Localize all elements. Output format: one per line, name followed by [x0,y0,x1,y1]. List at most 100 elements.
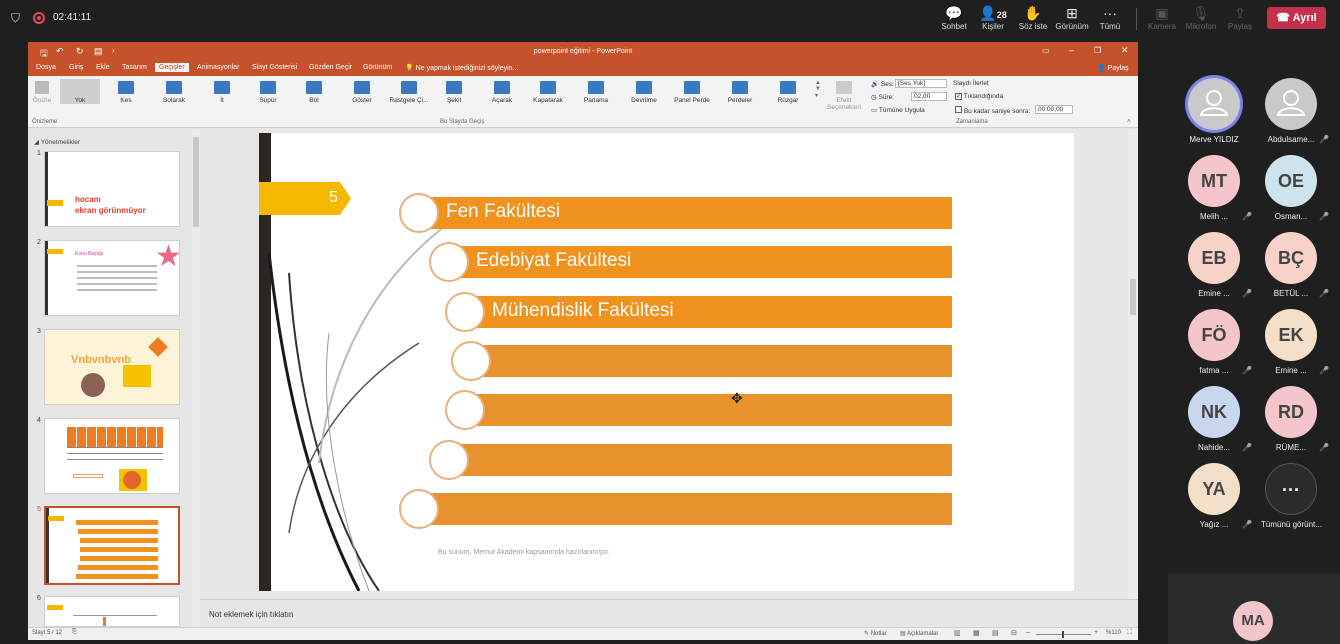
transition-option[interactable]: Devrilme [624,79,664,104]
maximize-icon[interactable]: ❐ [1094,46,1101,55]
tell-me-search[interactable]: 💡 Ne yapmak istediğinizi söyleyin... [405,64,518,72]
slide-thumbnail-1[interactable]: hocam ekran görünmüyor [44,151,180,227]
transition-option[interactable]: Kes [106,79,146,104]
participant-tile[interactable]: BÇ BETÜL ... 🎤 [1261,232,1329,298]
current-slide[interactable]: 5 Fen Fakültesi Edebiyat Fakültesi Mühendi… [259,133,1074,591]
comments-toggle[interactable]: ▤ Açıklamalar [900,630,938,637]
on-click-checkbox[interactable]: ✓ Tıklandığında [955,93,1003,100]
thumb-scrollbar[interactable] [192,129,200,627]
tab-slayt-gosterisi[interactable]: Slayt Gösterisi [252,64,297,71]
slide-thumbnail-6[interactable] [44,596,180,627]
tab-gecisler[interactable]: Geçişler [155,63,189,72]
editor-scrollbar[interactable] [1128,129,1138,599]
participant-tile[interactable]: RD RÜME... 🎤 [1261,386,1329,452]
slide-thumbnail-3[interactable]: Vnbvnbvnb [44,329,180,405]
camera-label: Kamera [1147,22,1176,31]
share-button[interactable]: ⇪ Paylaş [1224,4,1256,36]
transition-option[interactable]: Böl [294,79,334,104]
transition-option[interactable]: Süpür [248,79,288,104]
transition-option[interactable]: Göster [342,79,382,104]
tab-animasyonlar[interactable]: Animasyonlar [197,64,239,71]
chat-button[interactable]: 💬 Sohbet [938,4,970,36]
ribbon-display-icon[interactable]: ▭ [1042,46,1050,55]
people-button[interactable]: 👤28 Kişiler [976,4,1010,36]
participant-tile[interactable]: NK Nahide... 🎤 [1184,386,1252,452]
slide-bar[interactable] [419,493,952,525]
spell-check-icon[interactable]: ⎘ [72,629,77,636]
apply-all-button[interactable]: ▭ Tümüne Uygula [871,106,925,114]
participant-avatar: EK [1265,309,1317,361]
tab-dosya[interactable]: Dosya [36,64,56,71]
participant-avatar: MT [1188,155,1240,207]
slide-thumbnail-2[interactable]: Konu Başlığı ★ [44,240,180,316]
transition-label: Kes [120,97,132,104]
gallery-scroll-icon[interactable]: ▲ ▼ ▾ [815,80,821,99]
mic-button[interactable]: 🎙 Mikrofon [1183,4,1219,36]
tab-gorunum[interactable]: Görünüm [363,64,392,71]
close-icon[interactable]: ✕ [1121,45,1129,56]
effect-options-button[interactable]: Efekt Seçenekleri [823,79,865,111]
preview-button[interactable]: Önizle [30,79,54,104]
transition-option[interactable]: Rastgele Çi... [389,79,429,104]
slide-bar[interactable] [471,345,952,377]
notes-toggle[interactable]: ✎ Notlar [864,630,887,637]
zoom-in-icon[interactable]: + [1094,629,1098,636]
transition-option[interactable]: Yok [60,79,100,104]
slide-thumbnail-4[interactable] [44,418,180,494]
after-input[interactable]: 00:00,00 [1035,105,1073,114]
view-all-participants-button[interactable]: ··· Tümünü görünt... [1261,463,1322,529]
participant-avatar: FÖ [1188,309,1240,361]
notes-pane[interactable]: Not eklemek için tıklatın [200,599,1138,627]
transition-option[interactable]: Şekil [434,79,474,104]
slide-bar[interactable] [465,394,952,426]
view-icon: ⊞ [1066,5,1078,21]
slide-thumbnail-5[interactable] [44,506,180,585]
collapse-ribbon-icon[interactable]: ˄ [1127,118,1131,125]
transition-option[interactable]: Açarak [482,79,522,104]
share-ppt-button[interactable]: 👤 Paylaş [1097,64,1129,72]
tab-gozden-gecir[interactable]: Gözden Geçir [309,64,352,71]
camera-button[interactable]: ▣ Kamera [1145,4,1179,36]
participant-tile[interactable]: EB Emine ... 🎤 [1184,232,1252,298]
participant-tile[interactable]: YA Yağız ... 🎤 [1184,463,1252,529]
raise-hand-button[interactable]: ✋ Söz iste [1016,4,1050,36]
transition-option[interactable]: Solarak [154,79,194,104]
transition-option[interactable]: Perdeler [720,79,760,104]
after-checkbox[interactable]: Bu kadar saniye sonra: [955,106,1030,115]
duration-input[interactable]: 02,00 [911,92,947,101]
more-button[interactable]: ··· Tümü [1096,4,1124,36]
sorter-view-icon[interactable]: ▦ [973,629,980,637]
zoom-slider[interactable] [1036,631,1091,638]
transition-option[interactable]: İt [202,79,242,104]
slide-bar[interactable] [449,444,952,476]
tab-tasarim[interactable]: Tasarım [122,64,147,71]
transition-option[interactable]: Kapatarak [528,79,568,104]
reading-view-icon[interactable]: ▤ [992,629,999,637]
transition-label: İt [220,97,224,104]
participant-tile[interactable]: Merve YILDIZ [1184,78,1244,144]
transition-option[interactable]: Rüzgar [768,79,808,104]
participant-tile[interactable]: EK Emine ... 🎤 [1261,309,1329,375]
window-title: powerpoint eğitimi - PowerPoint [533,48,633,55]
self-view-tile[interactable]: MA [1168,574,1340,644]
fit-slide-icon[interactable]: ⛶ [1127,629,1132,637]
participant-tile[interactable]: FÖ fatma ... 🎤 [1184,309,1252,375]
view-button[interactable]: ⊞ Görünüm [1053,4,1091,36]
tab-ekle[interactable]: Ekle [96,64,110,71]
zoom-level[interactable]: %110 [1106,630,1121,636]
zoom-out-icon[interactable]: – [1026,629,1030,636]
transition-option[interactable]: Panel Perde [672,79,712,104]
slideshow-view-icon[interactable]: ⊟ [1011,629,1017,637]
checkbox-checked-icon: ✓ [955,93,962,100]
normal-view-icon[interactable]: ▥ [954,629,961,637]
participant-tile[interactable]: OE Osman... 🎤 [1261,155,1329,221]
sound-select[interactable]: [Ses Yok] [895,79,947,88]
participant-tile[interactable]: Abdulsame... 🎤 [1261,78,1329,144]
transition-thumbnail-icon [636,81,652,94]
transition-option[interactable]: Parlama [576,79,616,104]
section-header[interactable]: ◢ Yönetmelikler [34,138,80,146]
tab-giris[interactable]: Giriş [69,64,83,71]
minimize-icon[interactable]: – [1069,45,1074,55]
participant-tile[interactable]: MT Melih ... 🎤 [1184,155,1252,221]
leave-button[interactable]: ☎ Ayrıl [1267,7,1326,29]
